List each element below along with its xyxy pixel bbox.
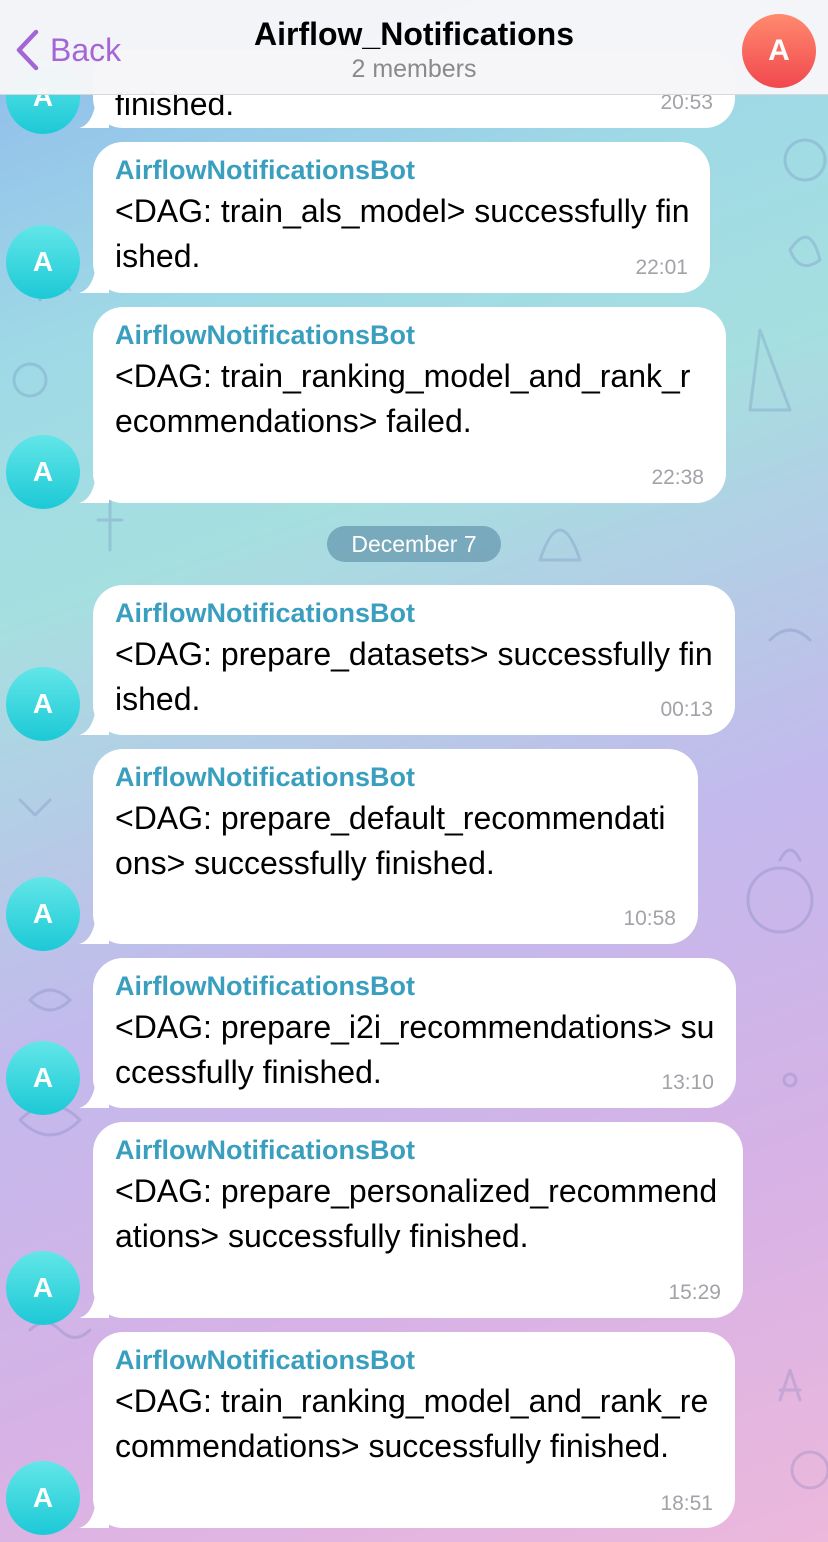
bubble-tail: [79, 713, 109, 735]
message-sender[interactable]: AirflowNotificationsBot: [115, 1133, 723, 1167]
back-button[interactable]: Back: [14, 26, 121, 74]
message-time: 22:01: [635, 256, 688, 279]
message-time: 00:13: [660, 698, 713, 721]
sender-avatar[interactable]: A: [6, 1461, 80, 1535]
message-list: finished. 20:53 A AirflowNotificationsBo…: [0, 0, 828, 1542]
bubble-tail: [79, 1086, 109, 1108]
message-text: <DAG: prepare_datasets> successfully fin…: [115, 636, 713, 717]
message-bubble[interactable]: AirflowNotificationsBot <DAG: prepare_pe…: [79, 1122, 743, 1318]
message-bubble[interactable]: AirflowNotificationsBot <DAG: prepare_de…: [79, 749, 698, 944]
chat-title-block[interactable]: Airflow_Notifications 2 members: [164, 14, 664, 84]
message-text: <DAG: prepare_default_recommendations> s…: [115, 800, 666, 881]
message-bubble[interactable]: AirflowNotificationsBot <DAG: train_rank…: [79, 307, 726, 503]
bubble-tail: [79, 481, 109, 503]
message-bubble[interactable]: AirflowNotificationsBot <DAG: train_als_…: [79, 142, 710, 293]
sender-avatar[interactable]: A: [6, 1041, 80, 1115]
message-text: <DAG: train_ranking_model_and_rank_recom…: [115, 358, 691, 439]
message-sender[interactable]: AirflowNotificationsBot: [115, 969, 716, 1003]
bubble-tail: [79, 1506, 109, 1528]
message-time: 18:51: [660, 1492, 713, 1515]
chat-title: Airflow_Notifications: [253, 16, 574, 52]
message-time: 22:38: [651, 466, 704, 489]
message-sender[interactable]: AirflowNotificationsBot: [115, 153, 690, 187]
message-sender[interactable]: AirflowNotificationsBot: [115, 760, 678, 794]
sender-avatar[interactable]: A: [6, 225, 80, 299]
bubble-tail: [79, 106, 109, 128]
chevron-left-icon: [16, 29, 39, 71]
group-avatar[interactable]: A: [742, 14, 816, 88]
message-text: <DAG: train_ranking_model_and_rank_recom…: [115, 1383, 709, 1464]
sender-avatar[interactable]: A: [6, 1251, 80, 1325]
message-text: <DAG: prepare_i2i_recommendations> succe…: [115, 1009, 715, 1090]
message-sender[interactable]: AirflowNotificationsBot: [115, 318, 706, 352]
message-time: 13:10: [661, 1071, 714, 1094]
back-label: Back: [50, 31, 122, 68]
sender-avatar[interactable]: A: [6, 435, 80, 509]
message-bubble[interactable]: AirflowNotificationsBot <DAG: prepare_da…: [79, 585, 735, 735]
bubble-tail: [79, 1296, 109, 1318]
message-time: 10:58: [623, 907, 676, 930]
message-sender[interactable]: AirflowNotificationsBot: [115, 596, 715, 630]
sender-avatar[interactable]: A: [6, 667, 80, 741]
bubble-tail: [79, 271, 109, 293]
chat-subtitle: 2 members: [351, 55, 477, 83]
message-bubble[interactable]: AirflowNotificationsBot <DAG: train_rank…: [79, 1332, 735, 1528]
message-bubble[interactable]: AirflowNotificationsBot <DAG: prepare_i2…: [79, 958, 736, 1108]
message-sender[interactable]: AirflowNotificationsBot: [115, 1343, 715, 1377]
sender-avatar[interactable]: A: [6, 877, 80, 951]
message-text: <DAG: train_als_model> successfully fini…: [115, 193, 690, 274]
chat-header: Back Airflow_Notifications 2 members A: [0, 0, 828, 95]
bubble-tail: [79, 922, 109, 944]
message-text: <DAG: prepare_personalized_recommendatio…: [115, 1173, 718, 1254]
date-separator: December 7: [327, 526, 501, 562]
message-time: 15:29: [668, 1281, 721, 1304]
